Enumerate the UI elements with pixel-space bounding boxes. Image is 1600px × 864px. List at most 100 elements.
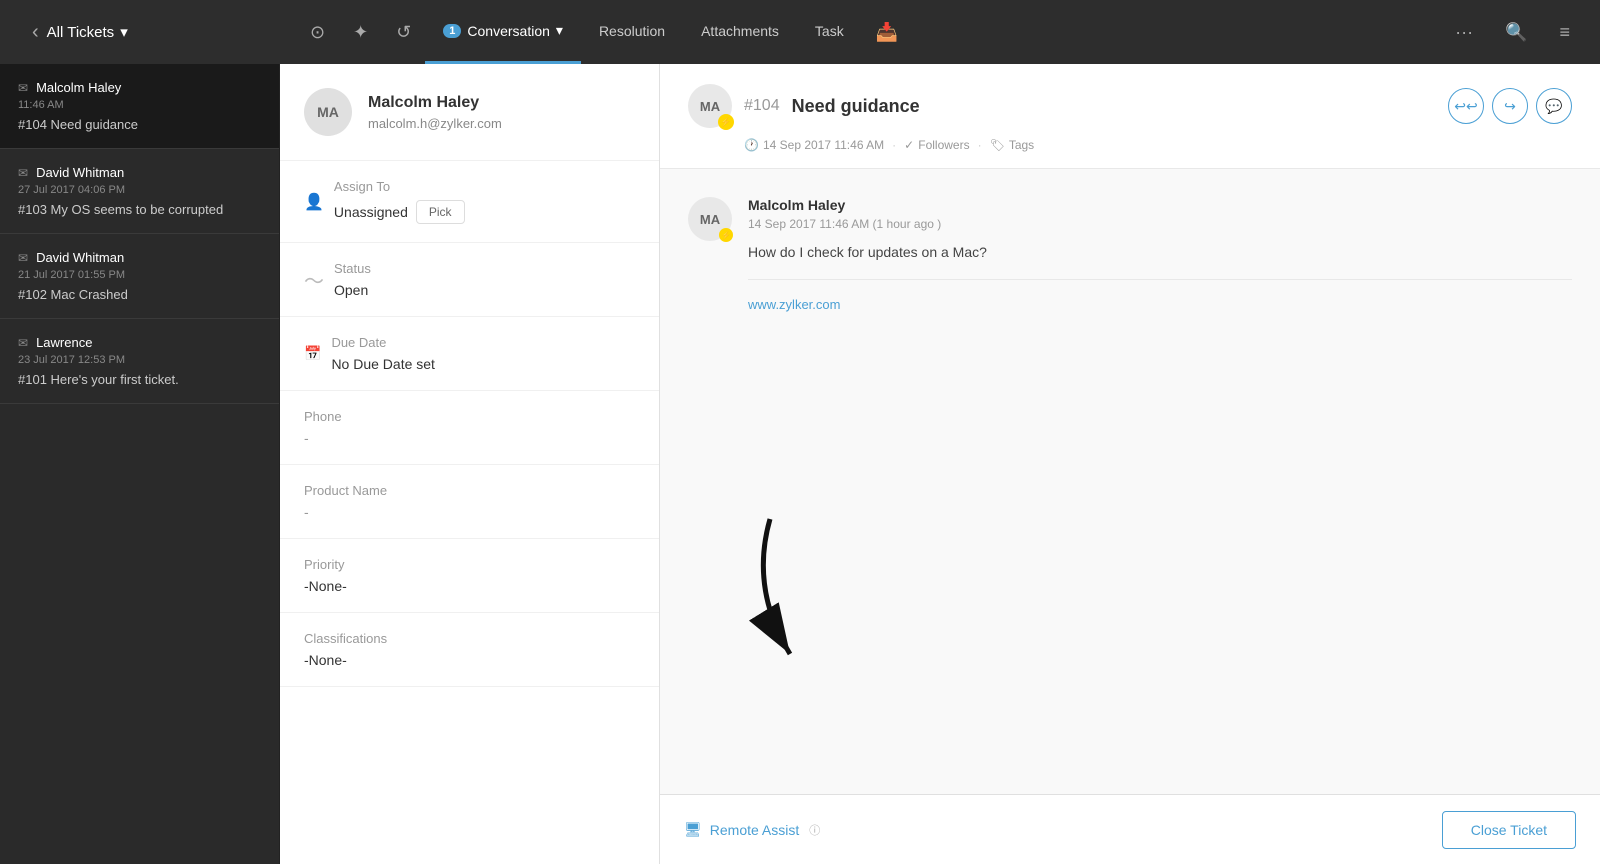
envelope-icon: ✉ (18, 251, 28, 265)
tag-meta-icon: 🏷 (990, 138, 1005, 152)
more-icon-btn[interactable]: ··· (1441, 14, 1487, 51)
ticket-avatar-initials: MA (700, 99, 720, 114)
ticket-subject: #102 Mac Crashed (18, 287, 261, 302)
ticket-header: MA ⚡ #104 Need guidance 🕐 14 Sep 2017 11… (660, 64, 1600, 169)
ticket-item-header: ✉ Lawrence (18, 335, 261, 350)
calendar-icon: 📅 (304, 345, 321, 362)
nav-right: ··· 🔍 ≡ (1441, 14, 1584, 51)
contact-header: MA Malcolm Haley malcolm.h@zylker.com (280, 88, 659, 161)
message-sender: Malcolm Haley (748, 197, 1572, 213)
envelope-icon: ✉ (18, 336, 28, 350)
menu-icon-btn[interactable]: ≡ (1545, 14, 1584, 51)
due-date-label: Due Date (331, 335, 435, 350)
check-icon: ✓ (904, 138, 914, 152)
classifications-value: -None- (304, 652, 635, 668)
ticket-date: 🕐 14 Sep 2017 11:46 AM (744, 138, 884, 152)
message-time: 14 Sep 2017 11:46 AM (1 hour ago ) (748, 217, 1572, 231)
status-icon: 〜 (304, 265, 324, 294)
all-tickets-button[interactable]: All Tickets ▾ (47, 23, 128, 41)
ticket-title-row: MA ⚡ #104 Need guidance (688, 84, 1448, 128)
assign-to-row: Unassigned Pick (334, 200, 635, 224)
tab-conversation-label: Conversation (467, 23, 550, 39)
message-item: MA ⚡ Malcolm Haley 14 Sep 2017 11:46 AM … (688, 197, 1572, 314)
priority-section: Priority -None- (280, 539, 659, 613)
ticket-item-101[interactable]: ✉ Lawrence 23 Jul 2017 12:53 PM #101 Her… (0, 319, 279, 404)
ticket-avatar: MA ⚡ (688, 84, 732, 128)
bottom-bar: 🖥 Remote Assist ⓘ Close Ticket (660, 794, 1600, 864)
tags-meta[interactable]: 🏷 Tags (990, 138, 1035, 152)
ticket-item-header: ✉ Malcolm Haley (18, 80, 261, 95)
forward-icon: ↪ (1504, 98, 1516, 115)
remote-assist-label: Remote Assist (710, 822, 799, 838)
inbox-icon-btn[interactable]: 📥 (862, 14, 912, 51)
all-tickets-label: All Tickets (47, 24, 115, 41)
sidebar: ✉ Malcolm Haley 11:46 AM #104 Need guida… (0, 64, 280, 864)
nav-left: ‹ All Tickets ▾ (16, 13, 296, 52)
search-icon-btn[interactable]: 🔍 (1491, 14, 1541, 51)
contact-avatar: MA (304, 88, 352, 136)
contact-email: malcolm.h@zylker.com (368, 116, 502, 131)
ticket-item-header: ✉ David Whitman (18, 165, 261, 180)
priority-label: Priority (304, 557, 635, 572)
top-navigation: ‹ All Tickets ▾ ⊙ ✦ ↺ 1 Conversation ▾ R… (0, 0, 1600, 64)
ticket-item-header: ✉ David Whitman (18, 250, 261, 265)
ticket-number: #104 (744, 97, 780, 115)
product-name-section: Product Name - (280, 465, 659, 539)
note-button[interactable]: 💬 (1536, 88, 1572, 124)
more-icon: ··· (1455, 22, 1473, 43)
dropdown-icon: ▾ (120, 23, 128, 41)
ticket-subject: #101 Here's your first ticket. (18, 372, 261, 387)
middle-panel: MA Malcolm Haley malcolm.h@zylker.com 👤 … (280, 64, 660, 864)
close-ticket-label: Close Ticket (1471, 822, 1547, 838)
assign-to-label: Assign To (334, 179, 635, 194)
inbox-icon: 📥 (876, 22, 898, 43)
reply-all-button[interactable]: ↩↩ (1448, 88, 1484, 124)
reply-all-icon: ↩↩ (1454, 98, 1477, 115)
ticket-meta: 🕐 14 Sep 2017 11:46 AM · ✓ Followers · 🏷… (688, 138, 1448, 152)
message-divider (748, 279, 1572, 280)
msg-avatar-initials: MA (700, 212, 720, 227)
phone-label: Phone (304, 409, 635, 424)
bulb-icon-btn[interactable]: ✦ (339, 14, 382, 51)
monitor-icon: 🖥 (684, 821, 702, 838)
message-link[interactable]: www.zylker.com (748, 297, 840, 312)
clock-icon: 🕐 (744, 138, 759, 152)
tab-attachments[interactable]: Attachments (683, 0, 797, 64)
right-panel: MA ⚡ #104 Need guidance 🕐 14 Sep 2017 11… (660, 64, 1600, 864)
priority-value: -None- (304, 578, 635, 594)
close-ticket-button[interactable]: Close Ticket (1442, 811, 1576, 849)
ticket-time: 23 Jul 2017 12:53 PM (18, 354, 261, 366)
tab-attachments-label: Attachments (701, 23, 779, 39)
arrow-annotation (720, 509, 840, 669)
pick-button[interactable]: Pick (416, 200, 465, 224)
ticket-item-102[interactable]: ✉ David Whitman 21 Jul 2017 01:55 PM #10… (0, 234, 279, 319)
ticket-title: Need guidance (792, 96, 920, 117)
tag-icon: ⊙ (310, 22, 325, 43)
msg-lightning-badge: ⚡ (719, 228, 733, 242)
tab-resolution[interactable]: Resolution (581, 0, 683, 64)
history-icon-btn[interactable]: ↺ (382, 14, 425, 51)
status-section: 〜 Status Open (280, 243, 659, 317)
ticket-sender-name: David Whitman (36, 250, 124, 265)
contact-info: Malcolm Haley malcolm.h@zylker.com (368, 94, 502, 131)
history-icon: ↺ (396, 22, 411, 43)
tab-conversation[interactable]: 1 Conversation ▾ (425, 0, 581, 64)
ticket-sender-name: Lawrence (36, 335, 92, 350)
remote-assist-button[interactable]: 🖥 Remote Assist ⓘ (684, 821, 820, 838)
phone-value: - (304, 430, 635, 446)
tag-icon-btn[interactable]: ⊙ (296, 14, 339, 51)
due-date-value: No Due Date set (331, 356, 435, 372)
back-button[interactable]: ‹ (24, 13, 47, 52)
ticket-time: 21 Jul 2017 01:55 PM (18, 269, 261, 281)
search-icon: 🔍 (1505, 22, 1527, 43)
assign-to-section: 👤 Assign To Unassigned Pick (280, 161, 659, 243)
ticket-item-104[interactable]: ✉ Malcolm Haley 11:46 AM #104 Need guida… (0, 64, 279, 149)
tab-task[interactable]: Task (797, 0, 862, 64)
assign-to-value: Unassigned (334, 204, 408, 220)
forward-button[interactable]: ↪ (1492, 88, 1528, 124)
action-icons: ↩↩ ↪ 💬 (1448, 88, 1572, 124)
followers-meta[interactable]: ✓ Followers (904, 138, 969, 152)
status-label: Status (334, 261, 371, 276)
nav-center: ⊙ ✦ ↺ 1 Conversation ▾ Resolution Attach… (296, 0, 1441, 64)
ticket-item-103[interactable]: ✉ David Whitman 27 Jul 2017 04:06 PM #10… (0, 149, 279, 234)
